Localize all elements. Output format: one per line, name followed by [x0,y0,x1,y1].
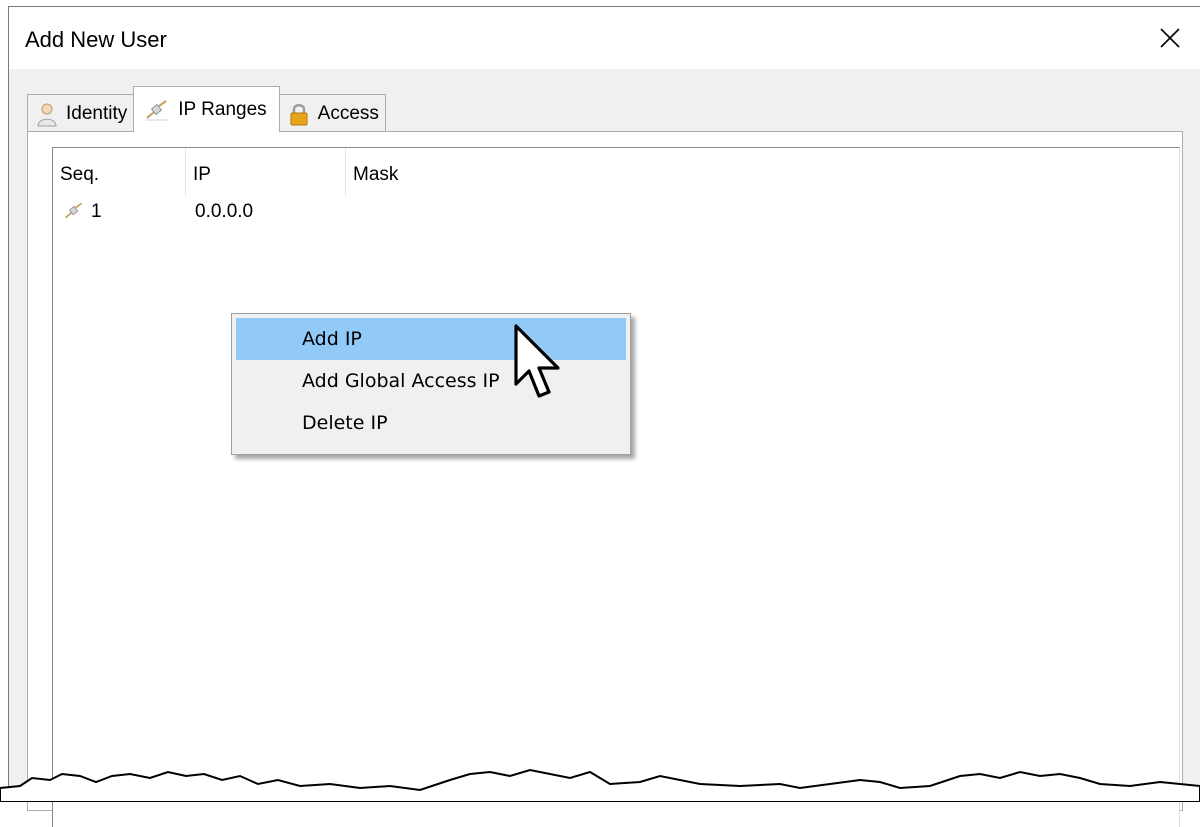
ip-ranges-panel: Seq. IP Mask 1 0.0.0.0 [27,131,1183,811]
user-icon [36,101,58,127]
network-plug-icon [63,200,85,232]
lock-icon [288,101,310,127]
menu-item-delete-ip[interactable]: Delete IP [236,402,626,444]
tab-ip-ranges-label: IP Ranges [178,99,266,121]
list-header: Seq. IP Mask [53,148,1179,196]
row-seq: 1 [91,196,102,228]
tab-access[interactable]: Access [279,94,386,132]
menu-item-add-ip[interactable]: Add IP [236,318,626,360]
column-header-ip[interactable]: IP [186,148,346,196]
title-bar: Add New User [9,7,1200,69]
tab-access-label: Access [318,103,379,125]
column-header-mask[interactable]: Mask [346,148,746,196]
window-title: Add New User [25,27,167,53]
close-button[interactable] [1140,7,1200,69]
column-header-seq[interactable]: Seq. [53,148,186,196]
menu-item-add-global-access-ip[interactable]: Add Global Access IP [236,360,626,402]
tab-identity[interactable]: Identity [27,94,134,132]
network-plug-icon [144,99,170,121]
close-icon [1159,27,1181,49]
table-row[interactable]: 1 0.0.0.0 [53,196,1179,228]
context-menu: Add IP Add Global Access IP Delete IP [231,313,631,455]
tab-strip: Identity IP Ranges Access [27,86,385,132]
ip-list-view[interactable]: Seq. IP Mask 1 0.0.0.0 [52,147,1180,827]
tab-identity-label: Identity [66,103,127,125]
tab-ip-ranges[interactable]: IP Ranges [133,86,279,132]
row-ip: 0.0.0.0 [195,196,253,228]
